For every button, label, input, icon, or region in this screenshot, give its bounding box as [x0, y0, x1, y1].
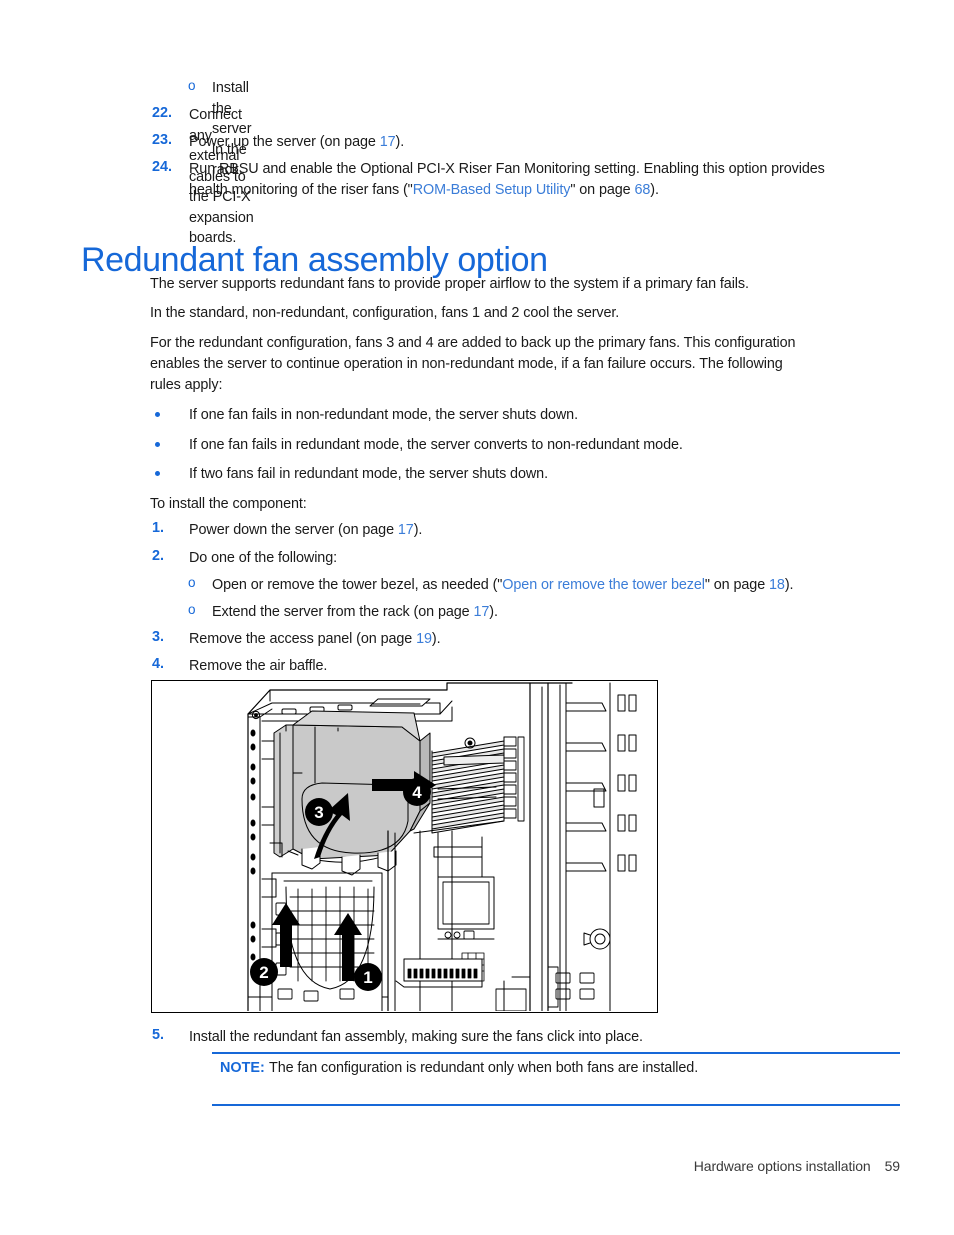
step-text: Remove the access panel (on page 19).: [189, 629, 441, 650]
footer-page-number: 59: [884, 1158, 900, 1174]
step-text: Remove the air baffle.: [189, 658, 328, 674]
cross-reference-link[interactable]: Open or remove the tower bezel: [502, 577, 705, 593]
svg-text:4: 4: [412, 783, 422, 802]
cross-reference-link[interactable]: ROM-Based Setup Utility: [413, 182, 571, 198]
step-text: Power down the server (on page 17).: [189, 520, 422, 541]
note-top-rule: [212, 1052, 900, 1054]
step-marker: 24.: [152, 159, 173, 175]
step-marker: 23.: [152, 132, 173, 148]
step-marker: 1.: [152, 520, 165, 536]
bullet-text: If two fans fail in redundant mode, the …: [189, 466, 548, 482]
step-marker: 5.: [152, 1027, 165, 1043]
page-reference-link[interactable]: 19: [416, 631, 432, 647]
svg-text:2: 2: [259, 963, 268, 982]
page-reference-link[interactable]: 17: [398, 522, 414, 538]
step-marker: 4.: [152, 656, 165, 672]
step-text-before: Power up the server (on page: [189, 134, 380, 150]
sub-list-marker: o: [188, 602, 196, 617]
bullet-icon: [155, 471, 160, 476]
step-text-after: ).: [395, 134, 405, 150]
line2-after: ).: [650, 182, 659, 198]
sub-text-after: ).: [489, 604, 498, 620]
step-text-before: Power down the server (on page: [189, 522, 398, 538]
step-text-line2: health monitoring of the riser fans ("RO…: [189, 180, 659, 201]
step-text-before: Remove the access panel (on page: [189, 631, 417, 647]
page-reference-link[interactable]: 68: [634, 182, 650, 198]
intro-paragraph-3-line2: enables the server to continue operation…: [150, 356, 783, 372]
step-marker: 2.: [152, 548, 165, 564]
install-lead-in: To install the component:: [150, 496, 307, 512]
step-text-after: ).: [431, 631, 441, 647]
step-text-after: ).: [413, 522, 423, 538]
footer-section-title: Hardware options installation: [693, 1158, 871, 1174]
callout-badge-2: 2: [250, 958, 278, 986]
page-reference-link[interactable]: 18: [769, 577, 785, 593]
illustration-svg: 1 2 3 4: [247, 682, 637, 1011]
bullet-text: If one fan fails in redundant mode, the …: [189, 437, 683, 453]
sub-list-text: Extend the server from the rack (on page…: [212, 602, 498, 623]
note-text: The fan configuration is redundant only …: [269, 1060, 699, 1076]
sub-text-after: ).: [784, 577, 794, 593]
bullet-icon: [155, 442, 160, 447]
sub-list-marker: o: [188, 78, 196, 93]
intro-paragraph-2: In the standard, non-redundant, configur…: [150, 305, 620, 321]
bullet-text: If one fan fails in non-redundant mode, …: [189, 407, 578, 423]
svg-text:1: 1: [363, 968, 372, 987]
bullet-icon: [155, 412, 160, 417]
step-text: Power up the server (on page 17).: [189, 132, 404, 153]
step-text-line1: Run RBSU and enable the Optional PCI-X R…: [189, 161, 825, 177]
line2-mid: " on page: [570, 182, 635, 198]
sub-text-before: Open or remove the tower bezel, as neede…: [212, 577, 503, 593]
sub-text-before: Extend the server from the rack (on page: [212, 604, 474, 620]
note-label: NOTE:: [220, 1060, 265, 1076]
intro-paragraph-3-line3: rules apply:: [150, 377, 223, 393]
page-reference-link[interactable]: 17: [380, 134, 396, 150]
line2-before: health monitoring of the riser fans (": [189, 182, 413, 198]
step-marker: 3.: [152, 629, 165, 645]
svg-text:3: 3: [314, 803, 323, 822]
callout-badge-1: 1: [354, 963, 382, 991]
step-text: Install the redundant fan assembly, maki…: [189, 1029, 643, 1045]
callout-badge-3: 3: [305, 798, 333, 826]
callout-badge-4: 4: [403, 778, 431, 806]
intro-paragraph-3-line1: For the redundant configuration, fans 3 …: [150, 335, 796, 351]
intro-paragraph-1: The server supports redundant fans to pr…: [150, 276, 749, 292]
page-reference-link[interactable]: 17: [473, 604, 489, 620]
sub-list-marker: o: [188, 575, 196, 590]
step-marker: 22.: [152, 105, 173, 121]
server-chassis-illustration: 1 2 3 4: [151, 680, 658, 1013]
note-bottom-rule: [212, 1104, 900, 1106]
sub-text-mid: " on page: [704, 577, 769, 593]
step-text: Do one of the following:: [189, 550, 337, 566]
page-footer: Hardware options installation 59: [0, 1158, 900, 1174]
sub-list-text: Open or remove the tower bezel, as neede…: [212, 575, 794, 596]
document-page: o Install the server in the rack. 22. Co…: [0, 0, 954, 1235]
